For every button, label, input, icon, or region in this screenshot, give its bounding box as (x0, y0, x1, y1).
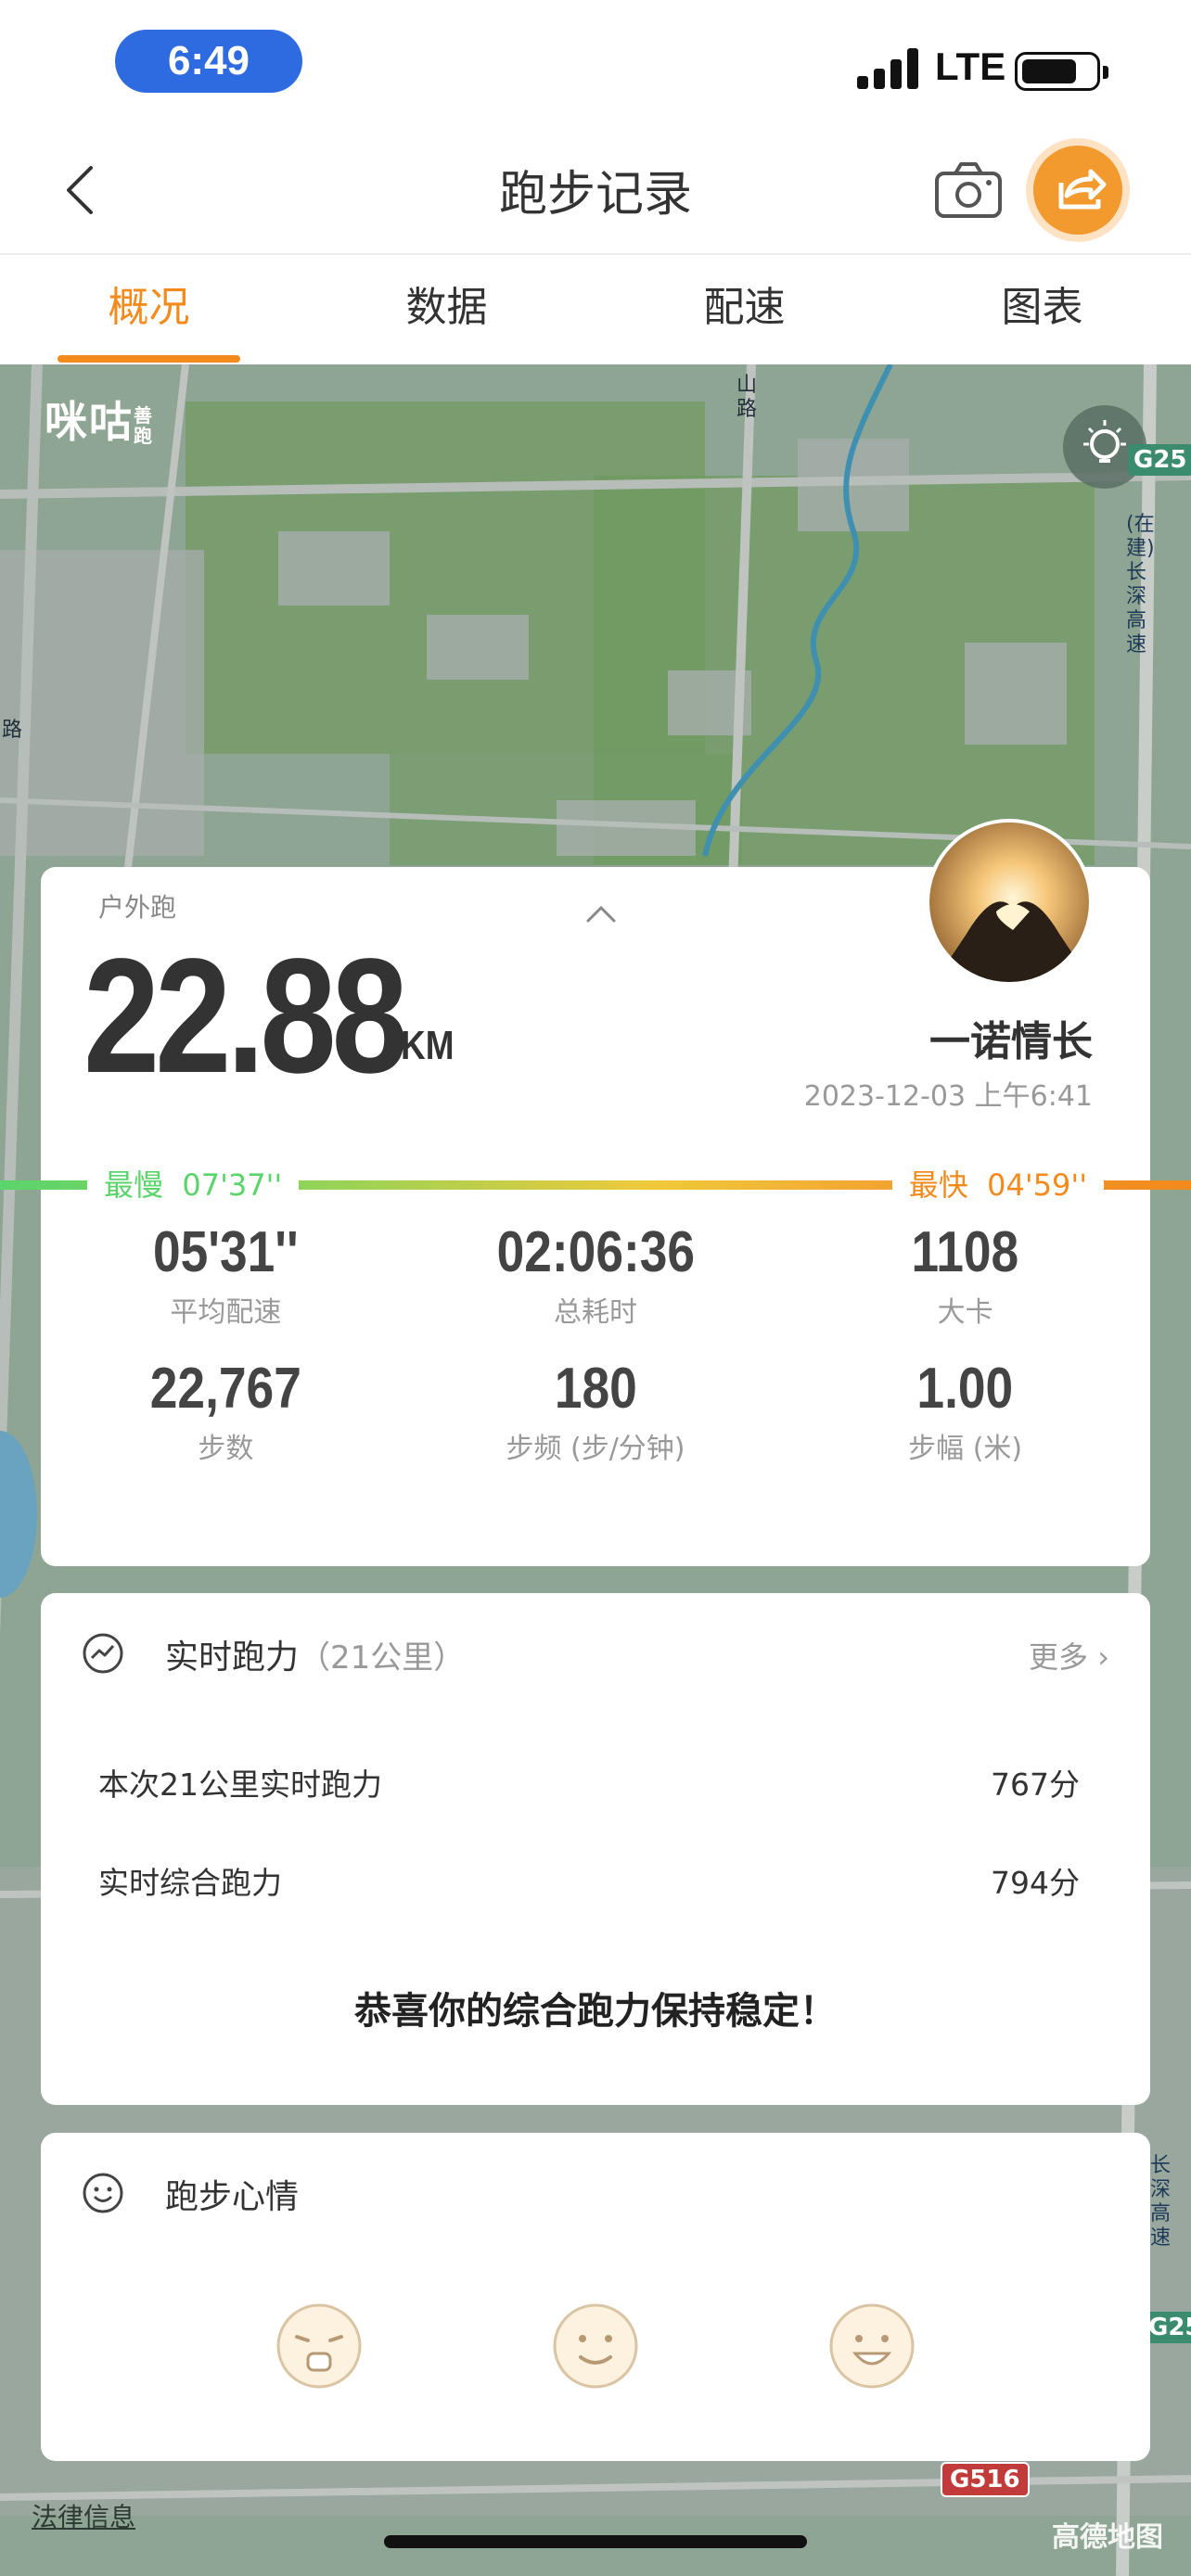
tab-pace[interactable]: 配速 (596, 255, 893, 364)
ability-row: 实时综合跑力 794分 (98, 1865, 1080, 1901)
tab-charts[interactable]: 图表 (893, 255, 1191, 364)
fastest-pace: 最快 04'59'' (891, 1162, 1104, 1208)
run-datetime: 2023-12-03 上午6:41 (803, 1080, 1093, 1113)
running-ability-card: 实时跑力（21公里） 更多 › 本次21公里实时跑力 767分 实时综合跑力 794… (41, 1593, 1150, 2105)
map-road-label: (在建)长深高速 (1126, 513, 1155, 657)
stats-grid: 05'31'' 平均配速 02:06:36 总耗时 1108 大卡 22,767… (41, 1219, 1150, 1466)
map-road-label: 长深高速 (1150, 2154, 1172, 2250)
map-road-label: 山路 (736, 374, 758, 421)
status-time: 6:49 (115, 30, 302, 93)
running-mood-card: 跑步心情 (41, 2133, 1150, 2461)
camera-icon[interactable] (933, 160, 1004, 220)
tab-overview[interactable]: 概况 (0, 255, 298, 364)
tab-bar: 概况 数据 配速 图表 (0, 255, 1191, 364)
page-title: 跑步记录 (498, 167, 692, 223)
sport-type: 户外跑 (98, 892, 177, 923)
map-road-label: G516 (941, 2462, 1030, 2497)
stat-steps: 22,767 步数 (149, 1357, 301, 1465)
share-icon (1058, 169, 1107, 210)
status-bar: 6:49 LTE (0, 0, 1191, 125)
map-road-label: G25 (1128, 444, 1191, 476)
nav-bar: 跑步记录 (0, 125, 1191, 255)
more-link[interactable]: 更多 › (1029, 1634, 1109, 1677)
network-type: LTE (935, 45, 1006, 88)
distance-unit: KM (401, 1023, 455, 1068)
stat-stride: 1.00 步幅 (米) (908, 1357, 1023, 1465)
stat-cadence: 180 步频 (步/分钟) (506, 1357, 685, 1465)
distance-value: 22.88 (83, 925, 408, 1107)
map-road-label: 路 (2, 719, 23, 742)
ability-row: 本次21公里实时跑力 767分 (98, 1766, 1080, 1803)
section-title: 跑步心情 (165, 2178, 300, 2216)
battery-icon (1015, 52, 1108, 91)
tab-data[interactable]: 数据 (298, 255, 596, 364)
avatar[interactable] (926, 819, 1093, 986)
avatar-image (929, 823, 1089, 982)
slowest-pace: 最慢 07'37'' (87, 1162, 300, 1208)
stat-total-time: 02:06:36 总耗时 (496, 1220, 695, 1329)
stat-calories: 1108 大卡 (911, 1220, 1019, 1329)
chevron-up-icon[interactable] (583, 900, 620, 925)
migu-logo: 咪咕善跑 (45, 397, 154, 447)
tired-face-icon[interactable] (275, 2302, 364, 2391)
smile-face-icon[interactable] (551, 2302, 640, 2391)
smiley-icon (83, 2173, 123, 2213)
share-button[interactable] (1033, 146, 1122, 235)
run-summary-card: 户外跑 22.88 KM 一诺情长 2023-12-03 上午6:41 最慢 0… (0, 819, 1191, 1566)
trend-icon (83, 1633, 123, 1674)
legal-info-link[interactable]: 法律信息 (32, 2497, 135, 2534)
ability-message: 恭喜你的综合跑力保持稳定！ (354, 1990, 837, 2033)
username: 一诺情长 (929, 1018, 1093, 1065)
map-provider-logo: 高德地图 (1052, 2521, 1163, 2554)
section-title: 实时跑力（21公里） (165, 1639, 466, 1677)
stat-avg-pace: 05'31'' 平均配速 (153, 1220, 299, 1329)
cellular-signal-icon (857, 48, 920, 89)
pace-range-bar: 最慢 07'37'' 最快 04'59'' (0, 1162, 1191, 1208)
happy-face-icon[interactable] (827, 2302, 916, 2391)
home-indicator (384, 2535, 807, 2548)
